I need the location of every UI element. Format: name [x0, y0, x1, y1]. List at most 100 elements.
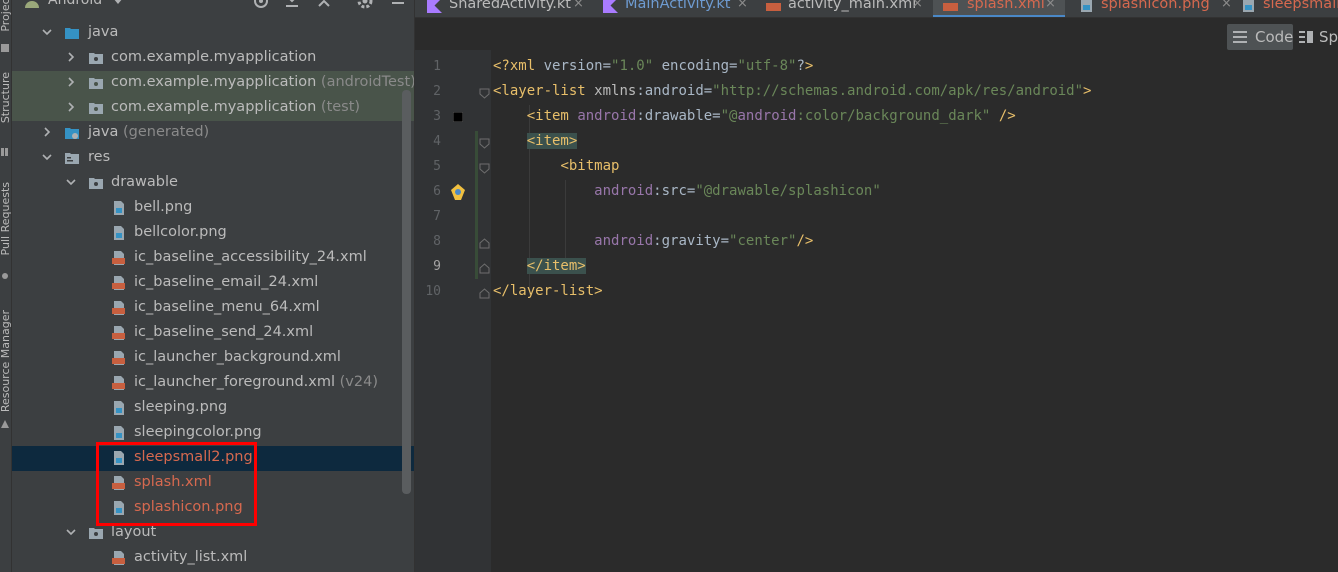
tree-item-file[interactable]: bell.png: [12, 196, 414, 221]
tab-sharedactivity[interactable]: SharedActivity.kt ×: [427, 0, 587, 17]
xml-file-icon: [943, 3, 958, 11]
pull-requests-tool-tab[interactable]: Pull Requests: [0, 182, 11, 255]
tab-label: sleepsmall2: [1263, 0, 1338, 12]
expand-all-icon[interactable]: [284, 0, 300, 10]
chevron-down-icon[interactable]: [40, 150, 54, 164]
pull-requests-strip-icon: [2, 273, 8, 279]
kotlin-file-icon: [427, 0, 442, 13]
xml-file-icon: [112, 376, 125, 390]
tree-item-label: bell.png: [134, 199, 193, 215]
chevron-right-icon[interactable]: [64, 50, 78, 64]
image-preview-icon[interactable]: [449, 182, 467, 202]
tab-splashicon[interactable]: splashicon.png ×: [1079, 0, 1232, 17]
code-editor[interactable]: <?xml version="1.0" encoding="utf-8"?> <l…: [493, 50, 1338, 572]
generated-folder-icon: [65, 128, 79, 139]
tree-item-label: bellcolor.png: [134, 224, 227, 240]
image-file-icon: [114, 401, 124, 415]
close-icon[interactable]: ×: [912, 0, 923, 11]
line-number: 1: [433, 59, 441, 74]
resource-manager-strip-icon: [1, 420, 9, 428]
tree-item-file[interactable]: sleeping.png: [12, 396, 414, 421]
project-tool-tab[interactable]: Project: [0, 0, 11, 32]
tab-sleepsmall2[interactable]: sleepsmall2: [1241, 0, 1338, 17]
tab-mainactivity[interactable]: MainActivity.kt ×: [603, 0, 753, 17]
project-strip-icon: [1, 44, 9, 52]
tree-item-file[interactable]: activity_list.xml: [12, 546, 414, 571]
close-icon[interactable]: ×: [737, 0, 748, 11]
xml-file-icon: [112, 551, 125, 565]
tree-item-label: ic_launcher_foreground.xml (v24): [134, 374, 378, 390]
fold-marker-icon[interactable]: [479, 163, 490, 174]
color-swatch-icon[interactable]: [453, 112, 463, 122]
tree-item-file[interactable]: ic_baseline_send_24.xml: [12, 321, 414, 346]
tree-item-name: com.example.myapplication: [111, 74, 317, 90]
project-view-selector[interactable]: Android: [48, 0, 102, 8]
folder-icon: [89, 528, 103, 539]
tree-item-label: java: [88, 24, 119, 40]
close-icon[interactable]: ×: [573, 0, 584, 11]
tree-item-name: java: [88, 124, 119, 140]
fold-marker-icon[interactable]: [479, 138, 490, 149]
fold-end-marker-icon[interactable]: [479, 263, 490, 274]
tree-item-hint: (test): [320, 99, 361, 115]
line-number: 2: [433, 84, 441, 99]
tab-label: MainActivity.kt: [625, 0, 731, 12]
tree-item-file[interactable]: bellcolor.png: [12, 221, 414, 246]
xml-file-icon: [112, 326, 125, 340]
tree-item-name: ic_launcher_foreground.xml: [134, 374, 336, 390]
collapse-all-icon[interactable]: [316, 0, 332, 10]
tree-item-file[interactable]: ic_baseline_accessibility_24.xml: [12, 246, 414, 271]
tree-item-file[interactable]: ic_launcher_background.xml: [12, 346, 414, 371]
close-icon[interactable]: ×: [1221, 0, 1232, 11]
tree-item-file[interactable]: ic_baseline_menu_64.xml: [12, 296, 414, 321]
gear-icon[interactable]: [356, 0, 374, 10]
code-view-button[interactable]: Code: [1227, 24, 1293, 50]
editor-tab-bar: SharedActivity.kt × MainActivity.kt × ac…: [415, 0, 1338, 18]
chevron-down-icon[interactable]: [64, 525, 78, 539]
chevron-right-icon[interactable]: [64, 100, 78, 114]
tree-item-java[interactable]: java: [12, 21, 414, 46]
line-number: 5: [433, 159, 441, 174]
resource-manager-tool-tab[interactable]: Resource Manager: [0, 310, 11, 412]
code-line: <layer-list xmlns:android="http://schema…: [493, 83, 1092, 99]
tree-item-drawable[interactable]: drawable: [12, 171, 414, 196]
split-icon: [1299, 31, 1313, 43]
fold-end-marker-icon[interactable]: [479, 238, 490, 249]
locate-file-icon[interactable]: [252, 0, 270, 10]
tree-item-file[interactable]: ic_baseline_email_24.xml: [12, 271, 414, 296]
tree-item-res[interactable]: res: [12, 146, 414, 171]
fold-end-marker-icon[interactable]: [479, 288, 490, 299]
image-file-icon: [114, 226, 124, 240]
tab-label: splash.xml: [967, 0, 1045, 12]
chevron-down-icon[interactable]: [40, 25, 54, 39]
hide-panel-icon[interactable]: [390, 0, 406, 8]
tree-item-package[interactable]: com.example.myapplication: [12, 46, 414, 71]
tab-activity-main[interactable]: activity_main.xml ×: [766, 0, 926, 17]
chevron-right-icon[interactable]: [64, 75, 78, 89]
folder-icon: [65, 28, 79, 39]
tree-item-package-test[interactable]: com.example.myapplication (test): [12, 96, 414, 121]
chevron-right-icon[interactable]: [40, 125, 54, 139]
fold-marker-icon[interactable]: [479, 88, 490, 99]
chevron-down-icon[interactable]: [64, 175, 78, 189]
xml-file-icon: [766, 3, 781, 11]
tab-splash-xml[interactable]: splash.xml ×: [933, 0, 1065, 17]
tree-item-java-generated[interactable]: java (generated): [12, 121, 414, 146]
tree-item-package-androidtest[interactable]: com.example.myapplication (androidTest): [12, 71, 414, 96]
tree-item-file[interactable]: ic_launcher_foreground.xml (v24): [12, 371, 414, 396]
code-line: <?xml version="1.0" encoding="utf-8"?>: [493, 58, 814, 74]
package-icon: [89, 78, 103, 89]
close-icon[interactable]: ×: [1045, 0, 1056, 11]
structure-tool-tab[interactable]: Structure: [0, 72, 11, 123]
folder-icon: [89, 178, 103, 189]
xml-file-icon: [112, 251, 125, 265]
tree-item-label: com.example.myapplication (androidTest): [111, 74, 414, 90]
tree-item-label: com.example.myapplication (test): [111, 99, 360, 115]
tree-item-label: drawable: [111, 174, 178, 190]
tool-window-strip: Project Structure Pull Requests Resource…: [0, 0, 12, 572]
tree-item-hint: (v24): [339, 374, 378, 390]
code-line: </layer-list>: [493, 283, 603, 299]
chevron-down-icon[interactable]: [112, 0, 124, 6]
res-folder-icon: [65, 153, 79, 164]
code-line: android:gravity="center"/>: [594, 233, 814, 249]
